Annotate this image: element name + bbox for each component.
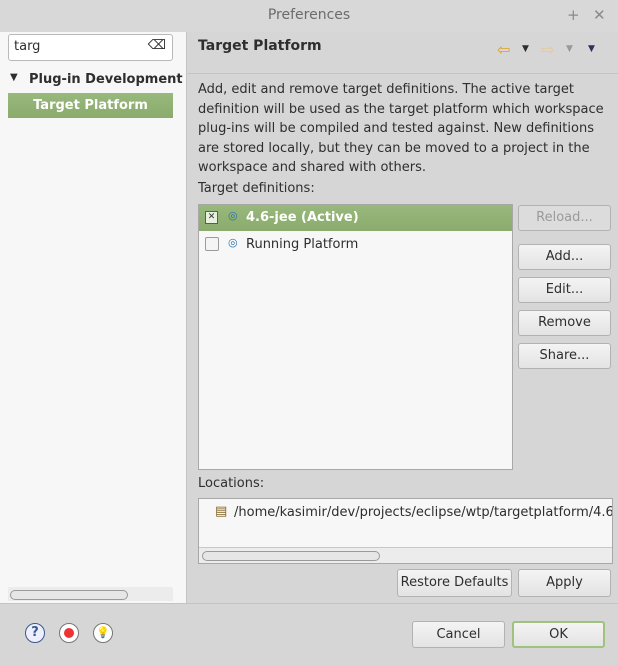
- restore-defaults-button[interactable]: Restore Defaults: [397, 569, 512, 597]
- record-macro-icon[interactable]: [59, 623, 79, 643]
- page-description: Add, edit and remove target definitions.…: [198, 82, 604, 175]
- help-icon[interactable]: ?: [25, 623, 45, 643]
- locations-scrollbar-thumb[interactable]: [202, 551, 380, 561]
- add-button[interactable]: Add...: [518, 244, 611, 270]
- window-title: Preferences: [267, 7, 351, 23]
- definition-name: Running Platform: [246, 237, 359, 252]
- checkbox-unchecked[interactable]: [205, 237, 219, 251]
- search-input[interactable]: targ ⌫: [8, 34, 173, 61]
- reload-button[interactable]: Reload...: [518, 205, 611, 231]
- cancel-button[interactable]: Cancel: [412, 621, 505, 648]
- remove-button[interactable]: Remove: [518, 310, 611, 336]
- forward-menu-icon[interactable]: ▼: [566, 44, 573, 54]
- footer-divider: [0, 603, 618, 604]
- view-menu-icon[interactable]: ▼: [588, 44, 595, 54]
- apply-button[interactable]: Apply: [518, 569, 611, 597]
- ok-button[interactable]: OK: [512, 621, 605, 648]
- close-icon[interactable]: ✕: [593, 6, 606, 24]
- header-divider: [188, 73, 618, 74]
- definition-row[interactable]: ✕ ◎ 4.6-jee (Active): [199, 205, 512, 231]
- title-bar: Preferences: [0, 0, 618, 32]
- forward-arrow-icon[interactable]: ⇨: [541, 40, 554, 59]
- target-definition-icon: ◎: [228, 209, 238, 222]
- definitions-list[interactable]: ✕ ◎ 4.6-jee (Active) ◎ Running Platform: [198, 204, 513, 470]
- search-value: targ: [14, 39, 41, 54]
- tree-item-target-platform[interactable]: Target Platform: [8, 93, 173, 118]
- definition-row[interactable]: ◎ Running Platform: [199, 232, 512, 258]
- location-path: /home/kasimir/dev/projects/eclipse/wtp/t…: [234, 505, 613, 520]
- checkbox-checked[interactable]: ✕: [205, 211, 218, 224]
- definition-name: 4.6-jee (Active): [246, 210, 359, 225]
- page-title: Target Platform: [198, 38, 322, 54]
- lightbulb-icon[interactable]: 💡: [93, 623, 113, 643]
- back-arrow-icon[interactable]: ⇦: [497, 40, 510, 59]
- locations-list[interactable]: ▤ /home/kasimir/dev/projects/eclipse/wtp…: [198, 498, 613, 564]
- locations-label: Locations:: [198, 476, 265, 491]
- back-menu-icon[interactable]: ▼: [522, 44, 529, 54]
- definitions-label: Target definitions:: [198, 181, 315, 196]
- plus-icon[interactable]: +: [567, 6, 580, 24]
- backspace-icon[interactable]: ⌫: [148, 38, 166, 53]
- edit-button[interactable]: Edit...: [518, 277, 611, 303]
- tree-item-plugin-development[interactable]: Plug-in Development: [29, 72, 183, 87]
- location-directory-icon: ▤: [215, 504, 228, 519]
- expand-triangle-icon[interactable]: ▼: [10, 72, 18, 83]
- target-definition-icon: ◎: [228, 236, 238, 249]
- sidebar-scrollbar-thumb[interactable]: [10, 590, 128, 600]
- share-button[interactable]: Share...: [518, 343, 611, 369]
